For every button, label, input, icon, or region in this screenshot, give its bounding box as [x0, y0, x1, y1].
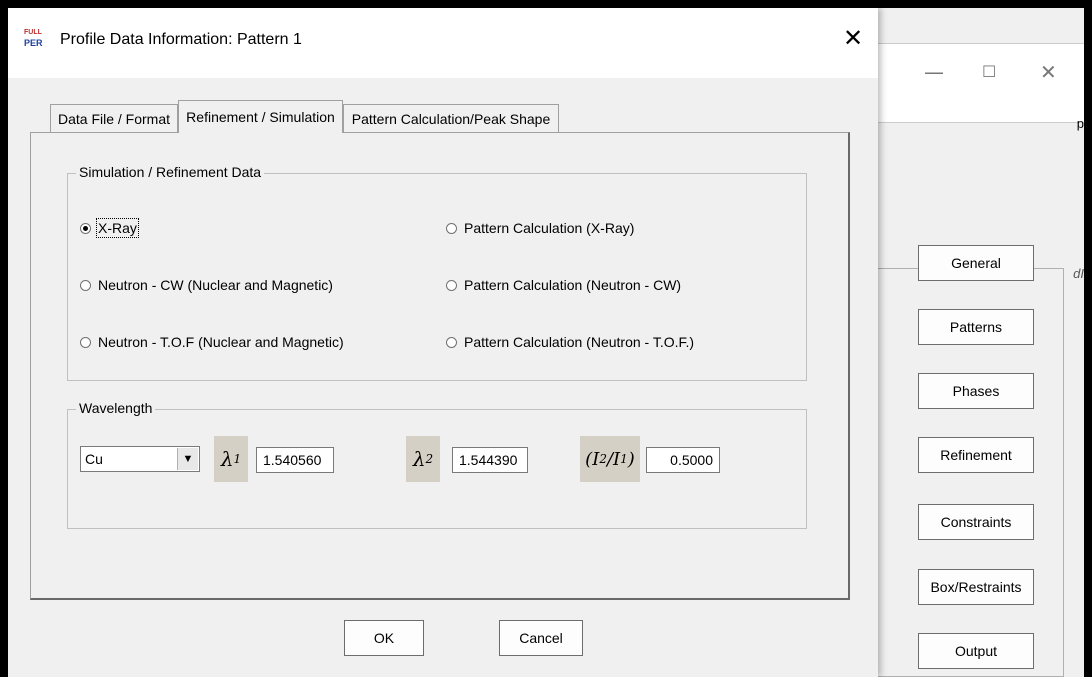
radio-pattern-calc-xray[interactable]: Pattern Calculation (X-Ray) [446, 220, 634, 236]
lambda1-field[interactable]: 1.540560 [256, 447, 334, 473]
tab-refinement-simulation[interactable]: Refinement / Simulation [178, 100, 343, 133]
dialog-title: Profile Data Information: Pattern 1 [60, 31, 302, 48]
tab-panel: Simulation / Refinement Data X-Ray Patte… [30, 132, 850, 600]
radio-label: Pattern Calculation (X-Ray) [464, 220, 635, 236]
ratio-sub-a: 2 [599, 452, 607, 466]
fullprof-app-icon: FULL PER [24, 28, 50, 54]
general-button[interactable]: General [918, 245, 1034, 281]
close-icon[interactable]: ✕ [838, 23, 868, 53]
radio-button[interactable] [80, 222, 91, 234]
edge-text-p: p [1076, 116, 1084, 131]
anode-value: Cu [85, 451, 103, 467]
cancel-button[interactable]: Cancel [499, 620, 583, 656]
ratio-sub-b: 1 [620, 452, 628, 466]
profile-data-dialog: FULL PER Profile Data Information: Patte… [8, 8, 878, 677]
lambda1-letter: λ [220, 447, 234, 471]
phases-button[interactable]: Phases [918, 373, 1034, 409]
ratio-part-b: /I [606, 448, 621, 470]
app-icon-text-bottom: PER [24, 38, 43, 48]
constraints-button[interactable]: Constraints [918, 504, 1034, 540]
app-icon-text-top: FULL [24, 29, 42, 36]
box-restraints-button[interactable]: Box/Restraints [918, 569, 1034, 605]
radio-neutron-cw[interactable]: Neutron - CW (Nuclear and Magnetic) [80, 277, 333, 293]
ratio-part-a: (I [585, 448, 600, 470]
group-title: Simulation / Refinement Data [76, 164, 265, 180]
output-button[interactable]: Output [918, 633, 1034, 669]
radio-pattern-calc-neutron-cw[interactable]: Pattern Calculation (Neutron - CW) [446, 277, 681, 293]
ok-button[interactable]: OK [344, 620, 424, 656]
radio-button[interactable] [80, 279, 91, 291]
radio-button[interactable] [80, 336, 91, 348]
close-icon[interactable]: ✕ [1040, 60, 1057, 84]
anode-select[interactable]: Cu ▼ [80, 446, 200, 472]
tab-data-file-format[interactable]: Data File / Format [50, 104, 178, 132]
group-title: Wavelength [76, 400, 156, 416]
radio-label: Neutron - T.O.F (Nuclear and Magnetic) [98, 334, 344, 350]
lambda2-symbol: λ2 [406, 436, 440, 482]
radio-label: X-Ray [96, 218, 139, 238]
radio-label: Pattern Calculation (Neutron - T.O.F.) [464, 334, 695, 350]
wavelength-group: Wavelength Cu ▼ λ1 1.540560 λ2 1.544390 … [67, 400, 807, 529]
lambda1-sub: 1 [233, 452, 242, 466]
radio-button[interactable] [446, 279, 457, 291]
refinement-button[interactable]: Refinement [918, 437, 1034, 473]
simulation-refinement-group: Simulation / Refinement Data X-Ray Patte… [67, 164, 807, 381]
radio-button[interactable] [446, 222, 457, 234]
lambda2-sub: 2 [425, 452, 434, 466]
patterns-button[interactable]: Patterns [918, 309, 1034, 345]
minimize-icon[interactable]: — [924, 60, 944, 84]
main-window: — ☐ ✕ p dI General Patterns Phases Refin… [878, 8, 1084, 677]
dialog-titlebar: FULL PER Profile Data Information: Patte… [8, 8, 878, 78]
tab-pattern-calculation[interactable]: Pattern Calculation/Peak Shape [343, 104, 559, 132]
edge-text-d: dI [1073, 266, 1084, 281]
radio-label: Neutron - CW (Nuclear and Magnetic) [98, 277, 333, 293]
lambda1-symbol: λ1 [214, 436, 248, 482]
intensity-ratio-symbol: (I 2/I 1) [580, 436, 640, 482]
ratio-part-c: ) [627, 448, 635, 470]
radio-neutron-tof[interactable]: Neutron - T.O.F (Nuclear and Magnetic) [80, 334, 344, 350]
intensity-ratio-field[interactable]: 0.5000 [646, 447, 720, 473]
radio-label: Pattern Calculation (Neutron - CW) [464, 277, 682, 293]
maximize-icon[interactable]: ☐ [982, 62, 996, 81]
radio-xray[interactable]: X-Ray [80, 218, 139, 238]
screen: — ☐ ✕ p dI General Patterns Phases Refin… [8, 8, 1084, 677]
radio-pattern-calc-neutron-tof[interactable]: Pattern Calculation (Neutron - T.O.F.) [446, 334, 694, 350]
lambda2-letter: λ [412, 447, 426, 471]
lambda2-field[interactable]: 1.544390 [452, 447, 528, 473]
radio-button[interactable] [446, 336, 457, 348]
chevron-down-icon[interactable]: ▼ [177, 448, 198, 470]
